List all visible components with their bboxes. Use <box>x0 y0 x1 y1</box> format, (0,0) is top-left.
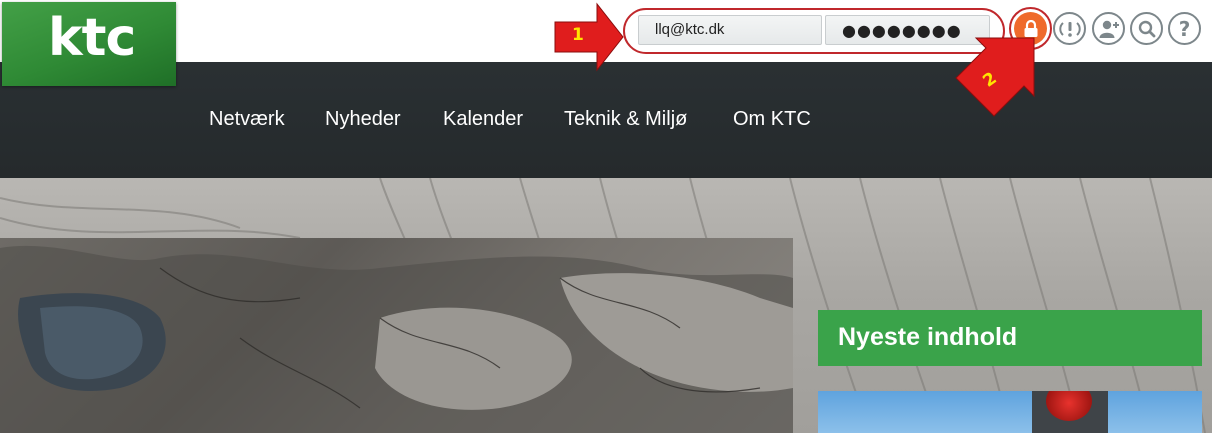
search-icon <box>1138 20 1155 37</box>
add-user-icon <box>1099 20 1119 38</box>
logo-text: ktc <box>48 8 136 68</box>
red-light <box>1046 391 1092 421</box>
annotation-arrow-1 <box>554 2 624 72</box>
latest-content-heading: Nyeste indhold <box>818 310 1202 366</box>
lock-icon <box>1024 19 1037 37</box>
notifications-button[interactable] <box>1053 12 1086 45</box>
nav-item-netvaerk[interactable]: Netværk <box>209 108 285 131</box>
annotation-number-1: 1 <box>572 25 584 45</box>
article-image-pothole[interactable] <box>0 238 793 433</box>
nav-item-kalender[interactable]: Kalender <box>443 108 523 131</box>
nav-item-teknik-miljo[interactable]: Teknik & Miljø <box>564 108 687 131</box>
alert-icon <box>1058 21 1081 37</box>
ktc-logo[interactable]: ktc <box>2 2 176 86</box>
email-field[interactable]: llq@ktc.dk <box>638 15 822 45</box>
help-icon: ? <box>1178 16 1191 41</box>
latest-content-thumbnail[interactable] <box>818 391 1202 433</box>
nav-item-nyheder[interactable]: Nyheder <box>325 108 401 131</box>
search-button[interactable] <box>1130 12 1163 45</box>
help-button[interactable]: ? <box>1168 12 1201 45</box>
add-user-button[interactable] <box>1092 12 1125 45</box>
nav-item-om-ktc[interactable]: Om KTC <box>733 108 811 131</box>
traffic-light-image <box>1032 391 1108 433</box>
